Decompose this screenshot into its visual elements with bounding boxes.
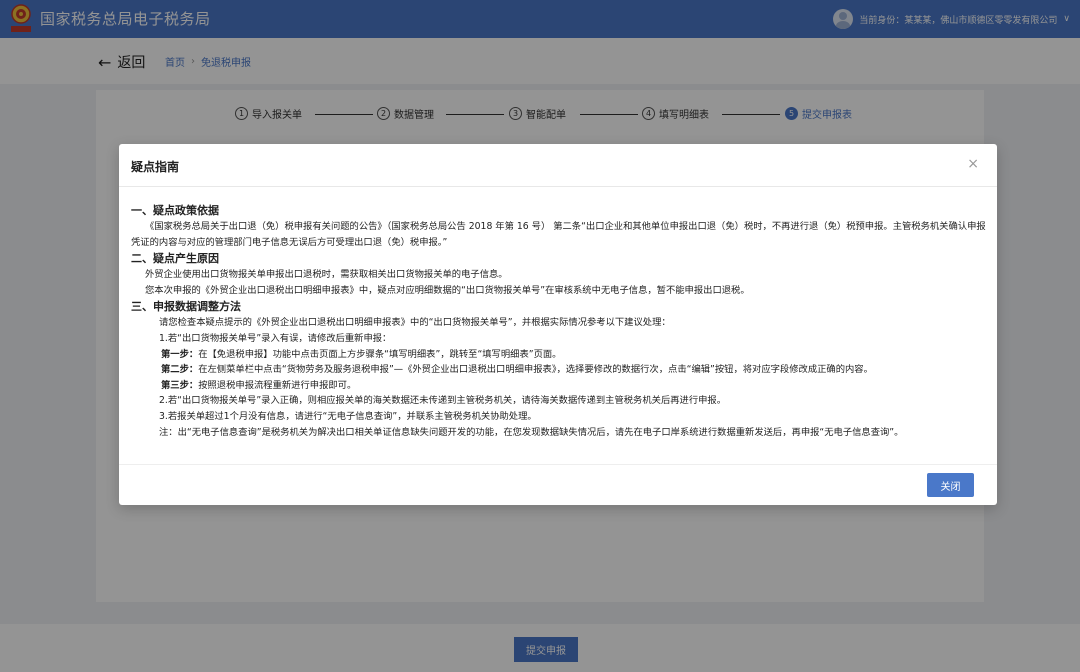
method-item: 1.若“出口货物报关单号”录入有误，请修改后重新申报： [159, 332, 392, 344]
close-button[interactable]: 关闭 [927, 473, 974, 497]
step-label: 第二步： [161, 364, 199, 376]
dialog-title: 疑点指南 [131, 160, 180, 174]
method-item: 3.若报关单超过1个月没有信息，请进行“无电子信息查询”，并联系主管税务机关协助… [159, 410, 537, 422]
method-step: 第二步：在左侧菜单栏中点击“货物劳务及服务退税申报”—《外贸企业出口退税出口明细… [131, 362, 987, 378]
method-step: 第一步：在【免退税申报】功能中点击页面上方步骤条“填写明细表”，跳转至“填写明细… [131, 347, 987, 363]
section-heading: 一、疑点政策依据 [131, 204, 219, 217]
dialog-footer: 关闭 [119, 464, 997, 505]
doubt-guide-dialog: 疑点指南 × 一、疑点政策依据 《国家税务总局关于出口退（免）税申报有关问题的公… [119, 144, 997, 505]
section-heading: 二、疑点产生原因 [131, 252, 219, 266]
close-icon[interactable]: × [967, 156, 979, 172]
method-item: 2.若“出口货物报关单号”录入正确，则相应报关单的海关数据还未传递到主管税务机关… [159, 395, 727, 407]
step-label: 第一步： [161, 348, 199, 360]
step-label: 第三步： [161, 379, 199, 391]
step-text: 在【免退税申报】功能中点击页面上方步骤条“填写明细表”，跳转至“填写明细表”页面… [198, 348, 562, 360]
step-text: 在左侧菜单栏中点击“货物劳务及服务退税申报”—《外贸企业出口退税出口明细申报表》… [198, 364, 873, 376]
cause-text: 您本次申报的《外贸企业出口退税出口明细申报表》中，疑点对应明细数据的“出口货物报… [145, 284, 750, 296]
dialog-header: 疑点指南 × [119, 144, 997, 187]
method-note: 注：出“无电子信息查询”是税务机关为解决出口相关单证信息缺失问题开发的功能，在您… [159, 426, 904, 438]
step-text: 按照退税申报流程重新进行申报即可。 [198, 379, 357, 391]
policy-text: 《国家税务总局关于出口退（免）税申报有关问题的公告》（国家税务总局公告 2018… [131, 221, 986, 248]
cause-text: 外贸企业使用出口货物报关单申报出口退税时，需获取相关出口货物报关单的电子信息。 [145, 269, 508, 281]
method-step: 第三步：按照退税申报流程重新进行申报即可。 [131, 378, 987, 394]
method-intro: 请您检查本疑点提示的《外贸企业出口退税出口明细申报表》中的“出口货物报关单号”，… [159, 317, 671, 329]
section-heading: 三、申报数据调整方法 [131, 300, 241, 314]
dialog-body: 一、疑点政策依据 《国家税务总局关于出口退（免）税申报有关问题的公告》（国家税务… [131, 202, 987, 464]
